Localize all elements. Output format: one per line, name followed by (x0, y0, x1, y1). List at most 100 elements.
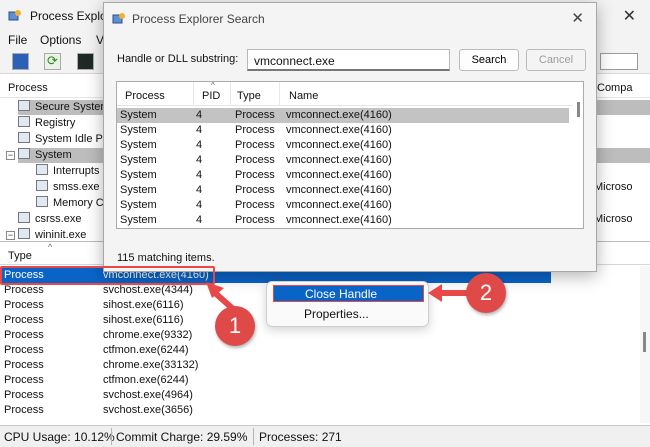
tree-row-label: Memory Co (53, 197, 110, 209)
result-process: System (120, 139, 157, 151)
result-process: System (120, 154, 157, 166)
context-menu: Close Handle Properties... (266, 281, 429, 327)
process-icon (18, 148, 30, 159)
handle-name: sihost.exe(6116) (103, 299, 184, 311)
result-row[interactable]: System 4 Process vmconnect.exe(4160) (117, 138, 569, 153)
tree-row-label: Interrupts (53, 165, 100, 177)
result-row-selected[interactable]: System 4 Process vmconnect.exe(4160) (117, 108, 569, 123)
result-pid: 4 (196, 139, 203, 151)
result-name: vmconnect.exe(4160) (286, 154, 392, 166)
search-button[interactable]: Search (459, 49, 519, 71)
handle-type: Process (4, 284, 44, 296)
result-row[interactable]: System 4 Process vmconnect.exe(4160) (117, 168, 569, 183)
process-icon (18, 100, 30, 111)
result-row[interactable]: System 4 Process vmconnect.exe(4160) (117, 123, 569, 138)
result-process: System (120, 169, 157, 181)
column-process[interactable]: Process (8, 82, 48, 94)
main-close-button[interactable]: ✕ (623, 6, 636, 26)
tree-row-label: wininit.exe (35, 229, 87, 241)
column-divider (230, 82, 231, 106)
result-process: System (120, 184, 157, 196)
handle-type: Process (4, 404, 44, 416)
column-pid[interactable]: PID (202, 90, 220, 102)
handle-row[interactable]: Process svchost.exe(3656) (0, 403, 640, 418)
result-row[interactable]: System 4 Process vmconnect.exe(4160) (117, 153, 569, 168)
column-name[interactable]: Name (289, 90, 318, 102)
main-window-title: Process Explo (30, 9, 107, 23)
tree-row-label: csrss.exe (35, 213, 82, 225)
process-icon (18, 132, 30, 143)
result-pid: 4 (196, 124, 203, 136)
handle-name: svchost.exe(4344) (103, 284, 193, 296)
sort-caret-icon: ^ (211, 81, 215, 90)
status-processes: Processes: 271 (259, 430, 342, 444)
handle-row[interactable]: Process svchost.exe(4964) (0, 388, 640, 403)
handle-type: Process (4, 374, 44, 386)
column-type[interactable]: Type (8, 250, 32, 262)
collapse-icon[interactable]: − (6, 151, 15, 160)
result-type: Process (235, 109, 275, 121)
search-label: Handle or DLL substring: (117, 53, 239, 65)
results-header: ^ Process PID Type Name (117, 82, 573, 106)
result-name: vmconnect.exe(4160) (286, 214, 392, 226)
result-row[interactable]: System 4 Process vmconnect.exe(4160) (117, 198, 569, 213)
status-divider (253, 428, 254, 445)
scrollbar-thumb[interactable] (577, 102, 580, 117)
process-icon (18, 212, 30, 223)
collapse-icon[interactable]: − (6, 231, 15, 240)
status-bar: CPU Usage: 10.12% Commit Charge: 29.59% … (0, 425, 650, 447)
handle-row[interactable]: Process chrome.exe(9332) (0, 328, 640, 343)
tree-row-label: smss.exe (53, 181, 100, 193)
handle-type: Process (4, 344, 44, 356)
cancel-button[interactable]: Cancel (526, 49, 586, 71)
result-pid: 4 (196, 169, 203, 181)
search-results-list: ^ Process PID Type Name System 4 Process vm… (116, 81, 584, 229)
lower-scrollbar[interactable] (640, 266, 650, 423)
process-explorer-icon (8, 10, 21, 21)
column-process[interactable]: Process (125, 90, 165, 102)
result-name: vmconnect.exe(4160) (286, 109, 392, 121)
result-row[interactable]: System 4 Process vmconnect.exe(4160) (117, 213, 569, 228)
result-pid: 4 (196, 214, 203, 226)
step-2-badge: 2 (466, 273, 506, 313)
process-icon (36, 196, 48, 207)
properties-menu-item[interactable]: Properties... (273, 306, 424, 323)
search-input[interactable]: vmconnect.exe (247, 49, 450, 71)
column-company[interactable]: Compa (597, 82, 632, 94)
refresh-icon[interactable] (44, 53, 61, 70)
cpu-graph-icon[interactable] (77, 53, 94, 70)
result-name: vmconnect.exe(4160) (286, 184, 392, 196)
handle-type: Process (4, 389, 44, 401)
save-icon[interactable] (12, 53, 29, 70)
result-process: System (120, 199, 157, 211)
tree-row-label: Registry (35, 117, 76, 129)
result-type: Process (235, 139, 275, 151)
handle-row[interactable]: Process ctfmon.exe(6244) (0, 343, 640, 358)
close-handle-menu-item[interactable]: Close Handle (273, 285, 424, 302)
result-name: vmconnect.exe(4160) (286, 139, 392, 151)
menu-options[interactable]: Options (40, 33, 81, 47)
menu-file[interactable]: File (8, 33, 27, 47)
handle-name: chrome.exe(9332) (103, 329, 193, 341)
company-cell: Microso (594, 213, 633, 225)
scrollbar-thumb[interactable] (643, 332, 646, 352)
dialog-close-button[interactable]: ✕ (571, 9, 584, 27)
process-icon (36, 180, 48, 191)
result-pid: 4 (196, 154, 203, 166)
sort-caret-icon: ^ (48, 242, 53, 252)
handle-name: svchost.exe(3656) (103, 404, 193, 416)
result-pid: 4 (196, 184, 203, 196)
column-divider (193, 82, 194, 106)
handle-row[interactable]: Process chrome.exe(33132) (0, 358, 640, 373)
handle-name: ctfmon.exe(6244) (103, 374, 189, 386)
result-type: Process (235, 214, 275, 226)
result-pid: 4 (196, 199, 203, 211)
result-name: vmconnect.exe(4160) (286, 124, 392, 136)
result-process: System (120, 214, 157, 226)
result-row[interactable]: System 4 Process vmconnect.exe(4160) (117, 183, 569, 198)
handle-row[interactable]: Process ctfmon.exe(6244) (0, 373, 640, 388)
results-scrollbar[interactable] (573, 82, 583, 228)
result-name: vmconnect.exe(4160) (286, 169, 392, 181)
column-type[interactable]: Type (237, 90, 261, 102)
handle-name: chrome.exe(33132) (103, 359, 199, 371)
